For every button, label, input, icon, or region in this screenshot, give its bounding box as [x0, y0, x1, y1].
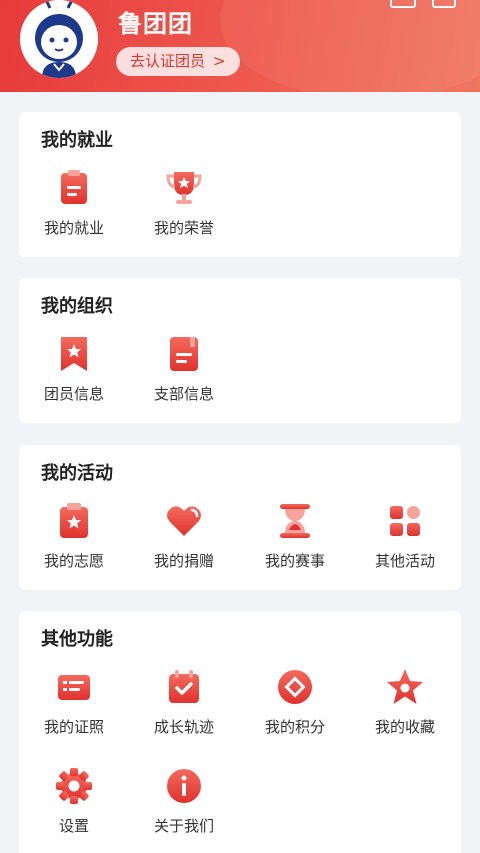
volunteer-icon [60, 503, 88, 538]
menu-item-label: 设置 [58, 817, 89, 835]
menu-item-label: 我的就业 [43, 219, 104, 237]
menu-item-my-points[interactable]: 我的积分 [240, 667, 350, 737]
hourglass-icon [280, 504, 310, 538]
verify-label: 去认证团员 [130, 52, 206, 70]
menu-item-label: 关于我们 [153, 817, 214, 835]
gear-icon [56, 768, 92, 804]
menu-item-other-activities[interactable]: 其他活动 [350, 501, 460, 571]
menu-item-label: 我的积分 [264, 718, 325, 736]
book-icon [170, 337, 198, 371]
menu-item-my-employment[interactable]: 我的就业 [19, 168, 129, 238]
menu-item-label: 成长轨迹 [153, 718, 214, 736]
profile-header: 鲁团团 去认证团员 > [0, 0, 480, 92]
message-icon[interactable] [390, 0, 416, 8]
menu-item-label: 我的荣誉 [153, 219, 214, 237]
menu-item-my-honors[interactable]: 我的荣誉 [129, 168, 239, 238]
menu-item-settings[interactable]: 设置 [19, 766, 129, 836]
activities-title: 我的活动 [41, 463, 113, 484]
employment-card: 我的就业 我的就业 我的荣誉 [19, 112, 461, 257]
other-functions-title: 其他功能 [41, 629, 113, 650]
employment-title: 我的就业 [41, 130, 113, 151]
other-functions-card: 其他功能 我的证照 成长轨迹 我的积分 我的收藏 设置 关于我们 [19, 611, 461, 853]
menu-item-my-favorites[interactable]: 我的收藏 [350, 667, 460, 737]
id-card-icon [58, 675, 90, 700]
menu-item-my-volunteer[interactable]: 我的志愿 [19, 501, 129, 571]
activities-card: 我的活动 我的志愿 我的捐赠 我的赛事 其他活动 [19, 445, 461, 590]
menu-item-label: 团员信息 [43, 385, 104, 403]
menu-item-label: 我的捐赠 [153, 552, 214, 570]
menu-item-member-info[interactable]: 团员信息 [19, 334, 129, 404]
menu-item-my-competitions[interactable]: 我的赛事 [240, 501, 350, 571]
star-icon [387, 669, 423, 704]
verify-member-button[interactable]: 去认证团员 > [116, 47, 240, 76]
menu-item-my-donation[interactable]: 我的捐赠 [129, 501, 239, 571]
clipboard-icon [61, 170, 87, 204]
organization-card: 我的组织 团员信息 支部信息 [19, 278, 461, 423]
menu-item-label: 我的赛事 [264, 552, 325, 570]
chevron-right-icon: > [213, 52, 226, 70]
heart-icon [167, 506, 201, 536]
calendar-check-icon [169, 670, 199, 703]
menu-item-label: 我的收藏 [374, 718, 435, 736]
menu-item-label: 我的证照 [43, 718, 104, 736]
avatar[interactable] [20, 0, 98, 78]
info-icon [167, 769, 201, 803]
username: 鲁团团 [118, 10, 193, 38]
menu-item-branch-info[interactable]: 支部信息 [129, 334, 239, 404]
menu-item-label: 我的志愿 [43, 552, 104, 570]
menu-item-label: 其他活动 [374, 552, 435, 570]
organization-title: 我的组织 [41, 296, 113, 317]
bookmark-icon [61, 337, 87, 371]
menu-item-my-certificates[interactable]: 我的证照 [19, 667, 129, 737]
menu-item-growth-track[interactable]: 成长轨迹 [129, 667, 239, 737]
points-icon [278, 670, 312, 704]
menu-item-label: 支部信息 [153, 385, 214, 403]
grid-icon [390, 506, 420, 536]
header-decoration [220, 0, 480, 92]
trophy-icon [166, 172, 202, 204]
menu-icon[interactable] [432, 0, 456, 8]
menu-item-about-us[interactable]: 关于我们 [129, 766, 239, 836]
